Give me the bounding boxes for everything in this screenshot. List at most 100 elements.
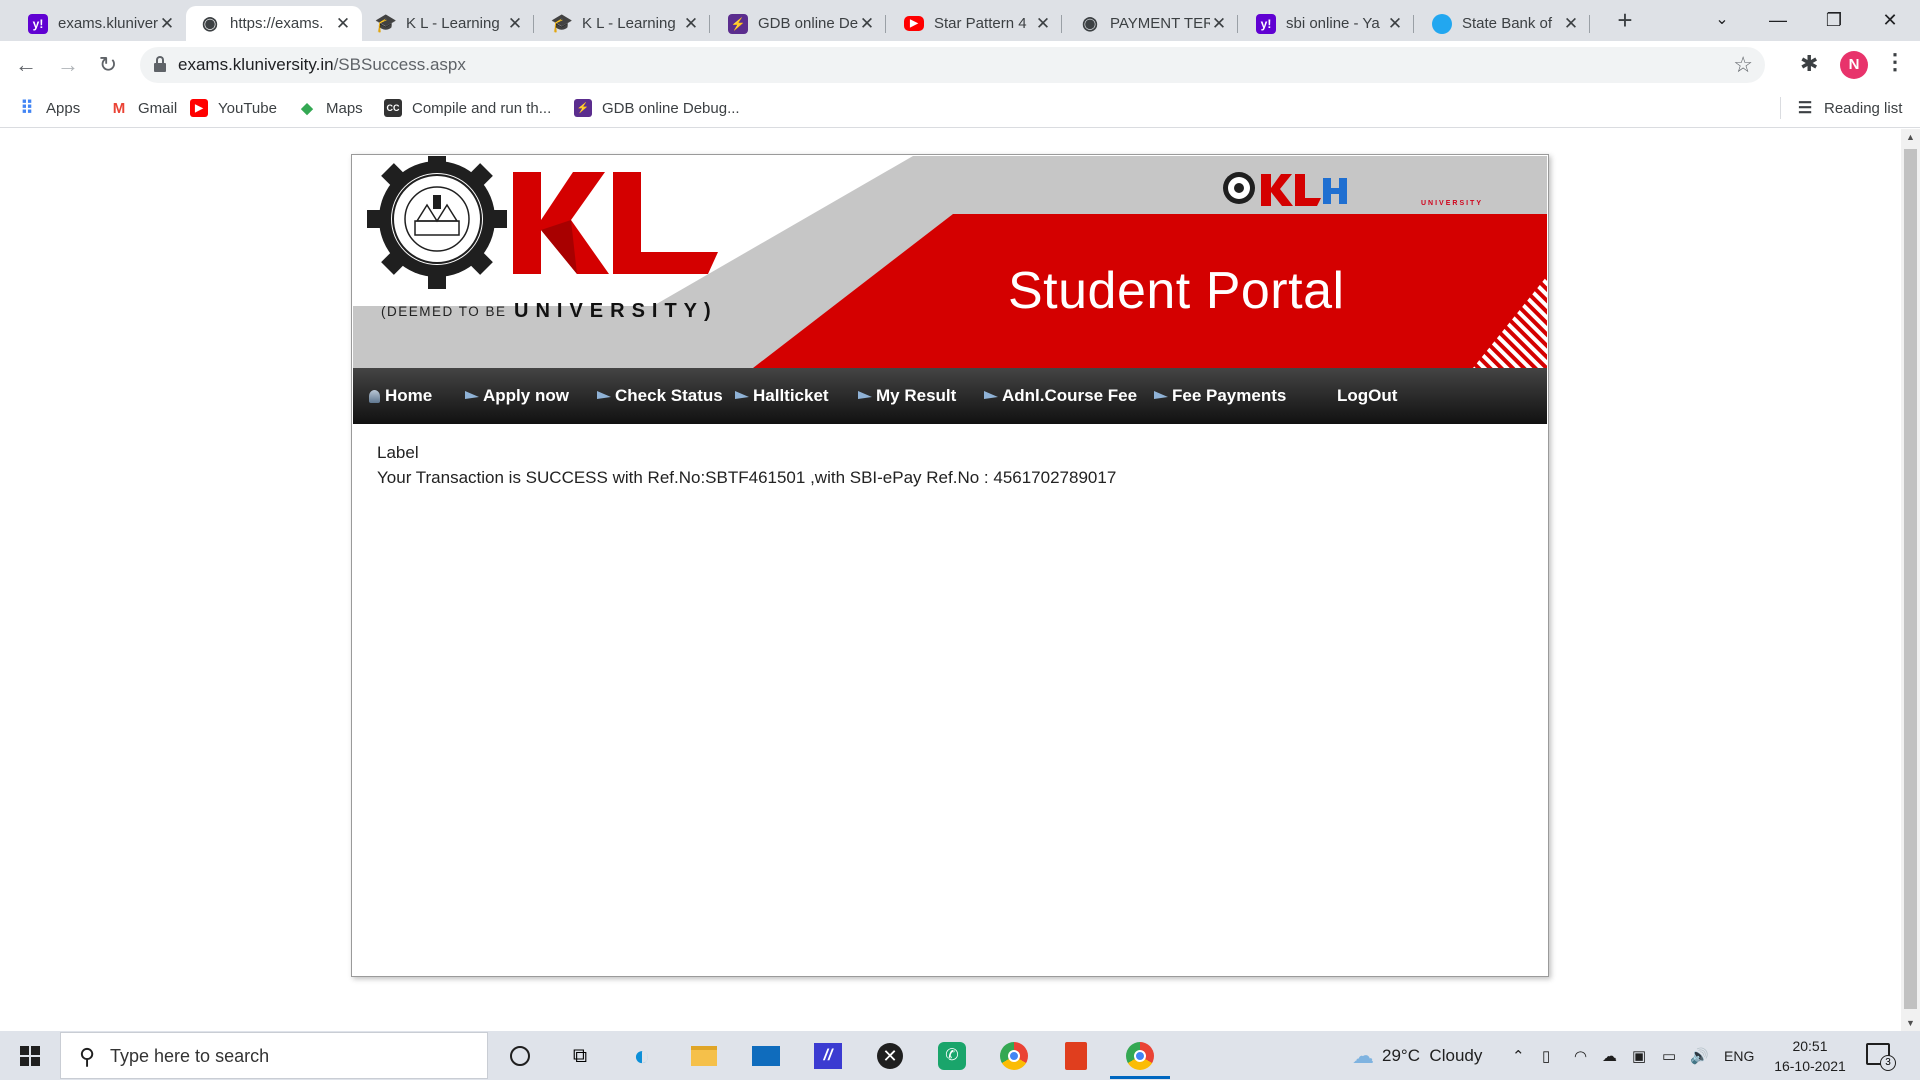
arrow-icon xyxy=(858,390,874,402)
menu-label: Apply now xyxy=(483,386,569,405)
menu-label: Check Status xyxy=(615,386,723,405)
reading-list-icon: ☰ xyxy=(1797,100,1813,117)
page-scrollbar[interactable]: ▲ ▼ xyxy=(1901,129,1920,1031)
weather-widget[interactable]: ☁ 29°C Cloudy xyxy=(1352,1031,1482,1080)
scrollbar-thumb[interactable] xyxy=(1904,149,1917,1009)
bookmark-item[interactable]: CC Compile and run th... xyxy=(384,89,551,127)
bookmark-item[interactable]: ⚡ GDB online Debug... xyxy=(574,89,740,127)
lock-icon[interactable] xyxy=(154,56,166,72)
browser-tab[interactable]: State Bank of ✕ xyxy=(1418,6,1590,41)
browser-tab[interactable]: y! sbi online - Ya ✕ xyxy=(1242,6,1414,41)
menu-my-result[interactable]: My Result xyxy=(858,368,956,424)
gdb-icon: ⚡ xyxy=(574,99,592,117)
tab-close-icon[interactable]: ✕ xyxy=(506,14,524,34)
close-window-button[interactable]: ✕ xyxy=(1862,0,1918,41)
scroll-down-arrow[interactable]: ▼ xyxy=(1901,1015,1920,1031)
reload-button[interactable]: ↻ xyxy=(92,49,124,81)
onedrive-icon[interactable]: ☁ xyxy=(1602,1031,1617,1080)
reading-list-button[interactable]: ☰ Reading list xyxy=(1796,89,1903,127)
transaction-message: Your Transaction is SUCCESS with Ref.No:… xyxy=(377,468,1117,487)
cortana-icon[interactable] xyxy=(502,1038,538,1074)
bookmark-label: YouTube xyxy=(218,99,277,117)
bookmark-star-icon[interactable]: ☆ xyxy=(1733,52,1753,78)
browser-tab[interactable]: ◉ PAYMENT TER ✕ xyxy=(1066,6,1238,41)
arrow-icon xyxy=(597,390,613,402)
tab-close-icon[interactable]: ✕ xyxy=(334,14,352,34)
browser-tab[interactable]: ▶ Star Pattern 4 ✕ xyxy=(890,6,1062,41)
tab-close-icon[interactable]: ✕ xyxy=(158,14,176,34)
forward-button[interactable]: → xyxy=(52,49,84,81)
chrome-active-icon[interactable] xyxy=(1122,1038,1158,1074)
active-app-indicator xyxy=(1110,1076,1170,1079)
edge-icon[interactable]: ◐ xyxy=(624,1038,660,1074)
meet-now-icon[interactable]: ▣ xyxy=(1632,1031,1646,1080)
menu-home[interactable]: Home xyxy=(367,368,432,424)
browser-menu-icon[interactable]: ⋮ xyxy=(1884,49,1906,75)
menu-hallticket[interactable]: Hallticket xyxy=(735,368,829,424)
task-view-icon[interactable]: ⧉ xyxy=(562,1038,598,1074)
tab-close-icon[interactable]: ✕ xyxy=(1034,14,1052,34)
search-placeholder: Type here to search xyxy=(110,1046,270,1066)
device-icon[interactable]: ▯ xyxy=(1542,1031,1550,1080)
powerautomate-icon[interactable]: // xyxy=(810,1038,846,1074)
notification-center-icon[interactable]: 3 xyxy=(1866,1043,1896,1071)
bookmark-label: GDB online Debug... xyxy=(602,99,740,117)
bookmarks-divider xyxy=(1780,97,1781,119)
bookmark-item[interactable]: M Gmail xyxy=(110,89,177,127)
extensions-puzzle-icon[interactable]: ✱ xyxy=(1800,51,1818,77)
tab-close-icon[interactable]: ✕ xyxy=(682,14,700,34)
back-button[interactable]: ← xyxy=(10,49,42,81)
tab-close-icon[interactable]: ✕ xyxy=(1562,14,1580,34)
portal-menu-bar: Home Apply now Check Status Hallticket My Re… xyxy=(353,368,1547,424)
mail-icon[interactable] xyxy=(748,1038,784,1074)
maps-icon: ◆ xyxy=(301,100,313,117)
taskbar-clock[interactable]: 20:51 16-10-2021 xyxy=(1768,1036,1852,1076)
tab-close-icon[interactable]: ✕ xyxy=(1386,14,1404,34)
weather-text: 29°C Cloudy xyxy=(1382,1045,1483,1065)
bookmark-item[interactable]: ▶ YouTube xyxy=(190,89,277,127)
windows-start-button[interactable] xyxy=(0,1031,60,1080)
battery-icon[interactable]: ▭ xyxy=(1662,1031,1676,1080)
url-text[interactable]: exams.kluniversity.in/SBSuccess.aspx xyxy=(178,55,466,75)
menu-logout[interactable]: LogOut xyxy=(1337,368,1397,424)
show-hidden-icons[interactable]: ⌃ xyxy=(1512,1031,1525,1080)
address-bar[interactable]: exams.kluniversity.in/SBSuccess.aspx ☆ xyxy=(140,47,1765,83)
menu-adnl-course-fee[interactable]: Adnl.Course Fee xyxy=(984,368,1137,424)
arrow-icon xyxy=(735,390,751,402)
whatsapp-icon[interactable]: ✆ xyxy=(934,1038,970,1074)
file-explorer-icon[interactable] xyxy=(686,1038,722,1074)
tab-separator xyxy=(1413,15,1414,33)
taskbar-search-box[interactable]: ⚲ Type here to search xyxy=(60,1032,488,1079)
menu-apply-now[interactable]: Apply now xyxy=(465,368,569,424)
menu-fee-payments[interactable]: Fee Payments xyxy=(1154,368,1286,424)
browser-tab[interactable]: 🎓 K L - Learning ✕ xyxy=(362,6,534,41)
menu-check-status[interactable]: Check Status xyxy=(597,368,723,424)
menu-label: Home xyxy=(385,386,433,405)
new-tab-button[interactable]: + xyxy=(1610,6,1640,36)
language-indicator[interactable]: ENG xyxy=(1724,1031,1754,1080)
browser-tab[interactable]: y! exams.kluniver ✕ xyxy=(14,6,186,41)
browser-tab[interactable]: ◉ https://exams. ✕ xyxy=(186,6,362,41)
tab-search-button[interactable]: ⌄ xyxy=(1694,0,1750,41)
xbox-icon[interactable]: ✕ xyxy=(872,1038,908,1074)
tab-title: exams.kluniver xyxy=(58,15,158,32)
bookmark-item[interactable]: ⠿ Apps xyxy=(18,89,80,127)
profile-avatar[interactable]: N xyxy=(1840,51,1868,79)
yahoo-icon: y! xyxy=(1256,13,1276,34)
arrow-icon xyxy=(984,390,1000,402)
minimize-button[interactable]: — xyxy=(1750,0,1806,41)
browser-toolbar: ← → ↻ exams.kluniversity.in/SBSuccess.as… xyxy=(0,41,1920,89)
volume-icon[interactable]: 🔊 xyxy=(1690,1031,1709,1080)
bookmark-item[interactable]: ◆ Maps xyxy=(298,89,362,127)
tab-close-icon[interactable]: ✕ xyxy=(1210,14,1228,34)
browser-tab[interactable]: 🎓 K L - Learning ✕ xyxy=(538,6,710,41)
browser-tab[interactable]: ⚡ GDB online De ✕ xyxy=(714,6,886,41)
network-icon[interactable]: ◠ xyxy=(1574,1031,1587,1080)
scroll-up-arrow[interactable]: ▲ xyxy=(1901,129,1920,145)
tab-close-icon[interactable]: ✕ xyxy=(858,14,876,34)
yahoo-icon: y! xyxy=(28,13,48,34)
bookmarks-bar: ⠿ Apps M Gmail ▶ YouTube ◆ Maps CC Compile and ru… xyxy=(0,89,1920,128)
office-icon[interactable] xyxy=(1058,1038,1094,1074)
chrome-icon[interactable] xyxy=(996,1038,1032,1074)
restore-button[interactable]: ❐ xyxy=(1806,0,1862,41)
